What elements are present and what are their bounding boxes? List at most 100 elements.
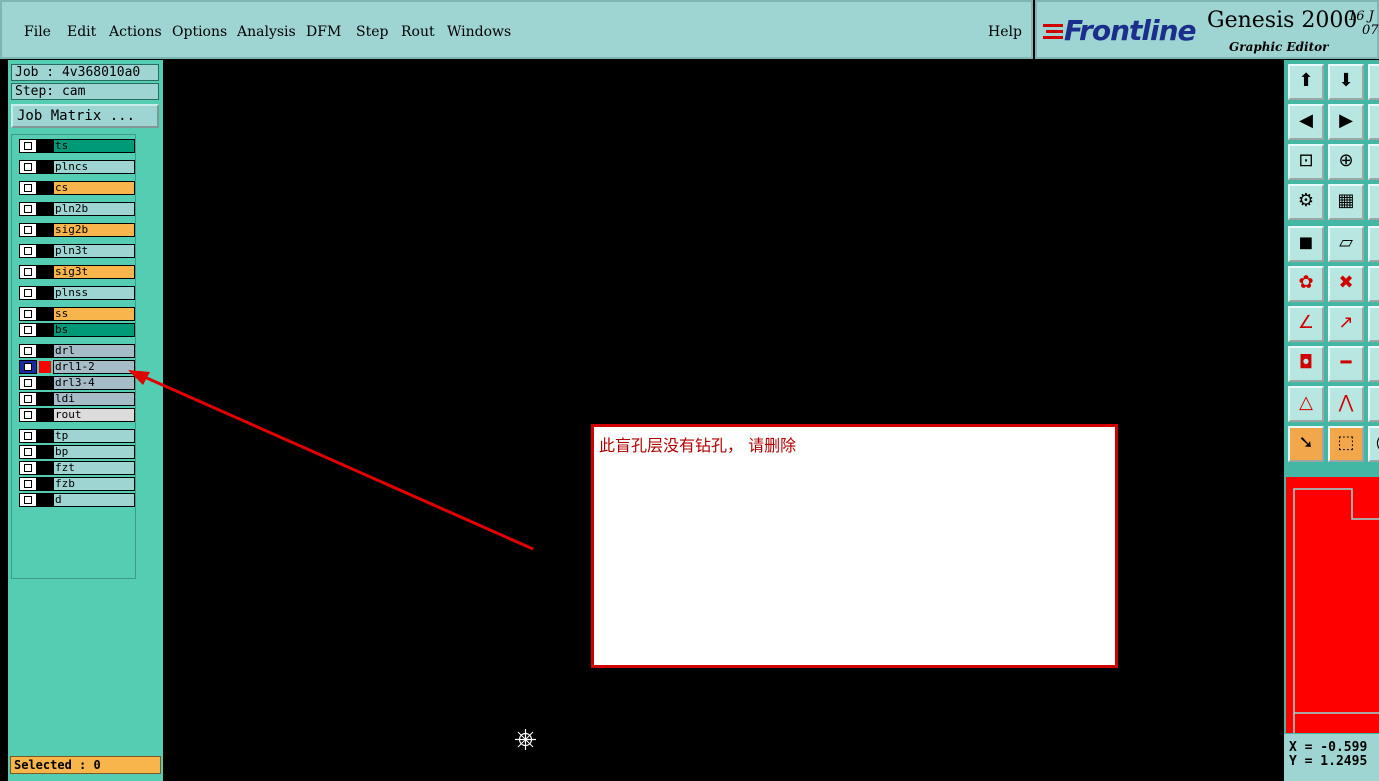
fit-extra-icon: ⊙ [1370,146,1379,178]
layer-checkbox[interactable] [19,307,37,321]
layer-checkbox[interactable] [19,223,37,237]
layer-row-plncs[interactable]: plncs [19,160,135,174]
zoom-home-icon: ⬆ [1298,70,1314,91]
tool-button-5[interactable]: ⇔ [1368,104,1379,140]
layer-row-ts[interactable]: ts [19,139,135,153]
menu-rout[interactable]: Rout [401,24,435,40]
layer-checkbox[interactable] [19,181,37,195]
layer-row-tp[interactable]: tp [19,429,135,443]
layer-row-sig2b[interactable]: sig2b [19,223,135,237]
layer-name: ldi [53,392,135,406]
layer-row-sig3t[interactable]: sig3t [19,265,135,279]
layer-checkbox[interactable] [19,244,37,258]
layer-row-fzt[interactable]: fzt [19,461,135,475]
layer-checkbox[interactable] [19,344,37,358]
layer-name: ts [53,139,135,153]
tool-button-15[interactable]: ✿ [1288,266,1324,302]
logo-text: Frontline [1064,14,1197,47]
tool-button-12[interactable]: ◼ [1288,226,1324,262]
layer-checkbox[interactable] [19,408,37,422]
menu-help[interactable]: Help [988,24,1022,40]
job-matrix-button[interactable]: Job Matrix ... [11,104,159,128]
tool-button-6[interactable]: ⊡ [1288,144,1324,180]
layer-row-plnss[interactable]: plnss [19,286,135,300]
tool-button-3[interactable]: ◀ [1288,104,1324,140]
layer-checkbox[interactable] [19,477,37,491]
layer-checkbox[interactable] [19,493,37,507]
layer-row-pln3t[interactable]: pln3t [19,244,135,258]
tool-button-9[interactable]: ⚙ [1288,184,1324,220]
menu-actions[interactable]: Actions [109,24,162,40]
menu-dfm[interactable]: DFM [306,24,341,40]
tool-button-22[interactable]: ━ [1328,346,1364,382]
layer-row-drl1-2[interactable]: drl1-2 [19,360,135,374]
layer-color-swatch [37,160,53,174]
tool-button-8[interactable]: ⊙ [1368,144,1379,180]
tool-button-10[interactable]: ▦ [1328,184,1364,220]
tool-button-16[interactable]: ✖ [1328,266,1364,302]
tool-button-2[interactable]: ⬍ [1368,64,1379,100]
extra5-icon: △ [1370,388,1379,420]
layer-name: bp [53,445,135,459]
layer-color-swatch [37,344,53,358]
menu-windows[interactable]: Windows [447,24,511,40]
annotation-text: 此盲孔层没有钻孔， 请删除 [599,436,797,455]
extra3-icon: ⊞ [1370,308,1379,340]
tool-button-21[interactable]: ◘ [1288,346,1324,382]
menu-edit[interactable]: Edit [67,24,96,40]
tool-button-13[interactable]: ▱ [1328,226,1364,262]
layer-checkbox[interactable] [19,323,37,337]
tool-button-18[interactable]: ∠ [1288,306,1324,342]
pan-right-icon: ▶ [1339,110,1353,131]
tool-button-20[interactable]: ⊞ [1368,306,1379,342]
layer-row-bs[interactable]: bs [19,323,135,337]
layer-checkbox[interactable] [19,461,37,475]
tool-button-19[interactable]: ↗ [1328,306,1364,342]
tool-button-29[interactable]: ◯ [1368,426,1379,462]
fit-center-icon: ⊕ [1338,150,1354,171]
tool-button-28[interactable]: ⬚ [1328,426,1364,462]
layer-row-bp[interactable]: bp [19,445,135,459]
layer-checkbox[interactable] [19,376,37,390]
tool-button-14[interactable]: ▮ [1368,226,1379,262]
layer-checkbox[interactable] [19,202,37,216]
menu-step[interactable]: Step [356,24,388,40]
layer-checkbox[interactable] [19,360,37,374]
menu-analysis[interactable]: Analysis [237,24,296,40]
layer-row-drl[interactable]: drl [19,344,135,358]
layer-checkbox[interactable] [19,286,37,300]
layer-checkbox[interactable] [19,160,37,174]
graphic-canvas[interactable] [163,60,1284,781]
tool-button-17[interactable]: ✚ [1368,266,1379,302]
layer-checkbox[interactable] [19,392,37,406]
tool-button-4[interactable]: ▶ [1328,104,1364,140]
layer-row-cs[interactable]: cs [19,181,135,195]
layer-row-ldi[interactable]: ldi [19,392,135,406]
layer-row-ss[interactable]: ss [19,307,135,321]
layer-row-rout[interactable]: rout [19,408,135,422]
layer-row-d[interactable]: d [19,493,135,507]
layer-checkbox[interactable] [19,429,37,443]
tool-button-11[interactable]: ⊞ [1368,184,1379,220]
tool-button-24[interactable]: △ [1288,386,1324,422]
layer-row-drl3-4[interactable]: drl3-4 [19,376,135,390]
tool-palette: ⬆ ⬇ ⬍ ◀ ▶ ⇔ ⊡ ⊕ ⊙ ⚙ ▦ ⊞ ◼ ▱ ▮ ✿ ✖ ✚ ∠ ↗ ⊞ ◘ ━ │ △ ⋀ △ ➘ ⬚ ◯ [1284,60,1379,472]
menu-file[interactable]: File [24,24,51,40]
layer-checkbox[interactable] [19,445,37,459]
tool-button-26[interactable]: △ [1368,386,1379,422]
tool-button-0[interactable]: ⬆ [1288,64,1324,100]
board-preview[interactable] [1284,472,1379,734]
layer-row-pln2b[interactable]: pln2b [19,202,135,216]
layer-row-fzb[interactable]: fzb [19,477,135,491]
tool-button-23[interactable]: │ [1368,346,1379,382]
layer-name: fzt [53,461,135,475]
menu-options[interactable]: Options [172,24,227,40]
tool-button-7[interactable]: ⊕ [1328,144,1364,180]
layer-checkbox[interactable] [19,139,37,153]
tool-button-25[interactable]: ⋀ [1328,386,1364,422]
tool-button-1[interactable]: ⬇ [1328,64,1364,100]
tool-button-27[interactable]: ➘ [1288,426,1324,462]
layer-checkbox[interactable] [19,265,37,279]
layer-color-swatch [37,392,53,406]
layer-color-swatch [37,461,53,475]
